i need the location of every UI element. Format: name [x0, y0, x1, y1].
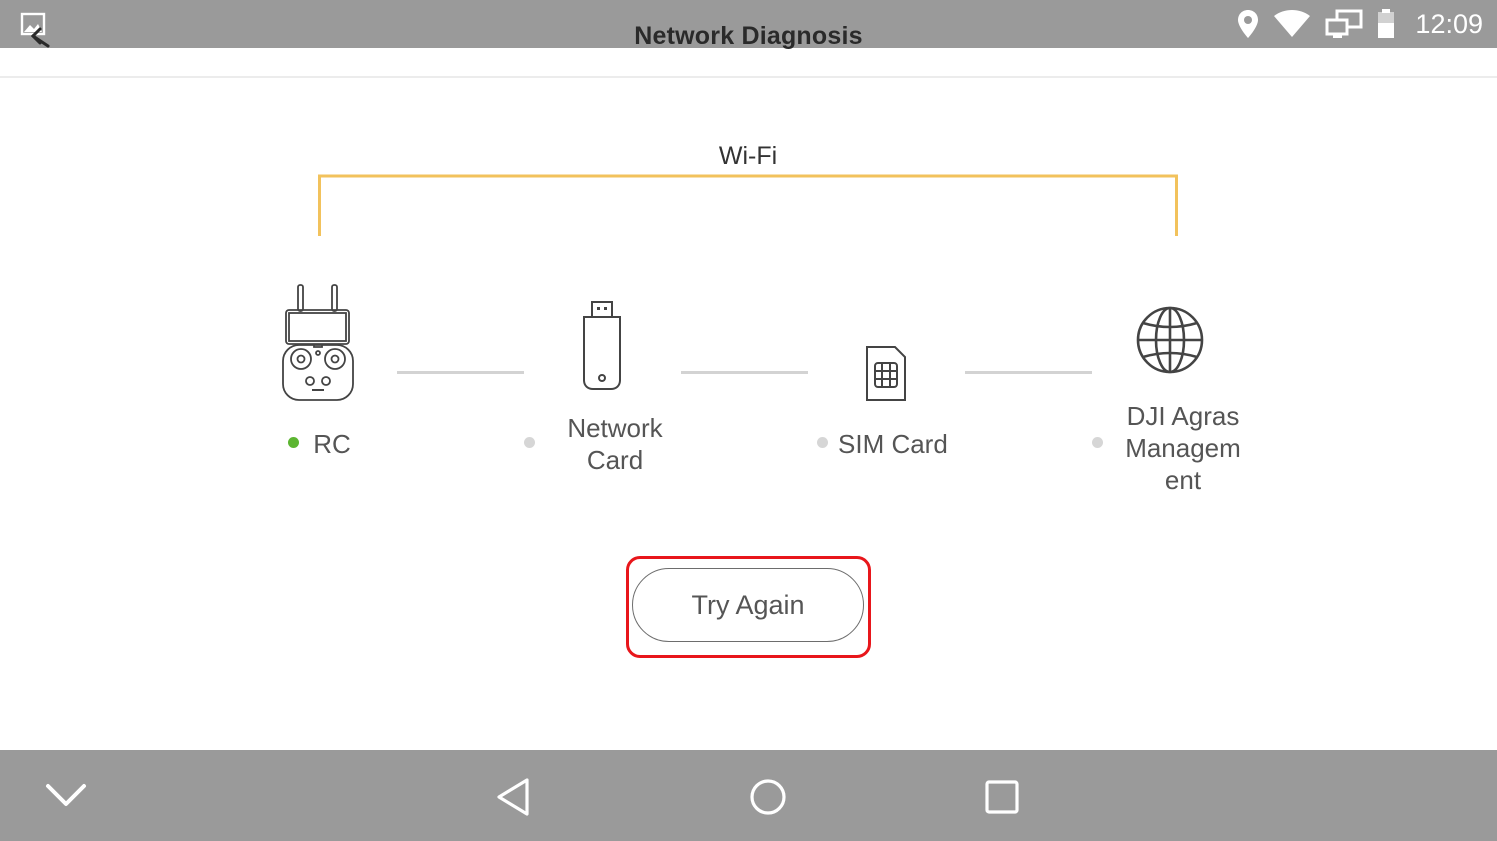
sim-card-icon: [866, 346, 906, 401]
rc-label: RC: [313, 429, 351, 459]
wifi-link-label: Wi-Fi: [718, 142, 778, 170]
dji-agras-label: DJI Agras Management: [1125, 401, 1241, 495]
usb-dongle-icon: [583, 301, 621, 390]
home-circle-icon[interactable]: [748, 777, 788, 817]
rc-status-dot: [288, 437, 299, 448]
dji-agras-status-dot: [1092, 437, 1103, 448]
battery-icon: [1378, 9, 1395, 38]
globe-icon: [1136, 306, 1204, 374]
navigation-bar: [0, 750, 1497, 841]
connector-rc-network: [397, 371, 524, 374]
wifi-icon: [1274, 10, 1311, 37]
recents-square-icon[interactable]: [984, 779, 1022, 817]
screen-mirror-icon: [1325, 9, 1363, 38]
remote-controller-icon: [282, 284, 354, 401]
status-bar: Network Diagnosis 12:09: [0, 0, 1497, 50]
clock: 12:09: [1415, 8, 1483, 39]
network-card-status-dot: [524, 437, 535, 448]
back-triangle-icon[interactable]: [494, 777, 534, 817]
location-icon: [1238, 10, 1259, 38]
chevron-down-icon[interactable]: [44, 780, 88, 810]
network-card-label: Network Card: [567, 413, 663, 475]
status-icons: 12:09: [1223, 6, 1483, 42]
connector-sim-dji: [965, 371, 1092, 374]
try-again-button[interactable]: Try Again: [632, 568, 864, 642]
title-divider: [0, 76, 1497, 78]
sim-card-label: SIM Card: [838, 429, 948, 459]
wifi-link-bracket: [318, 174, 1178, 236]
connector-network-sim: [681, 371, 808, 374]
sim-card-status-dot: [817, 437, 828, 448]
